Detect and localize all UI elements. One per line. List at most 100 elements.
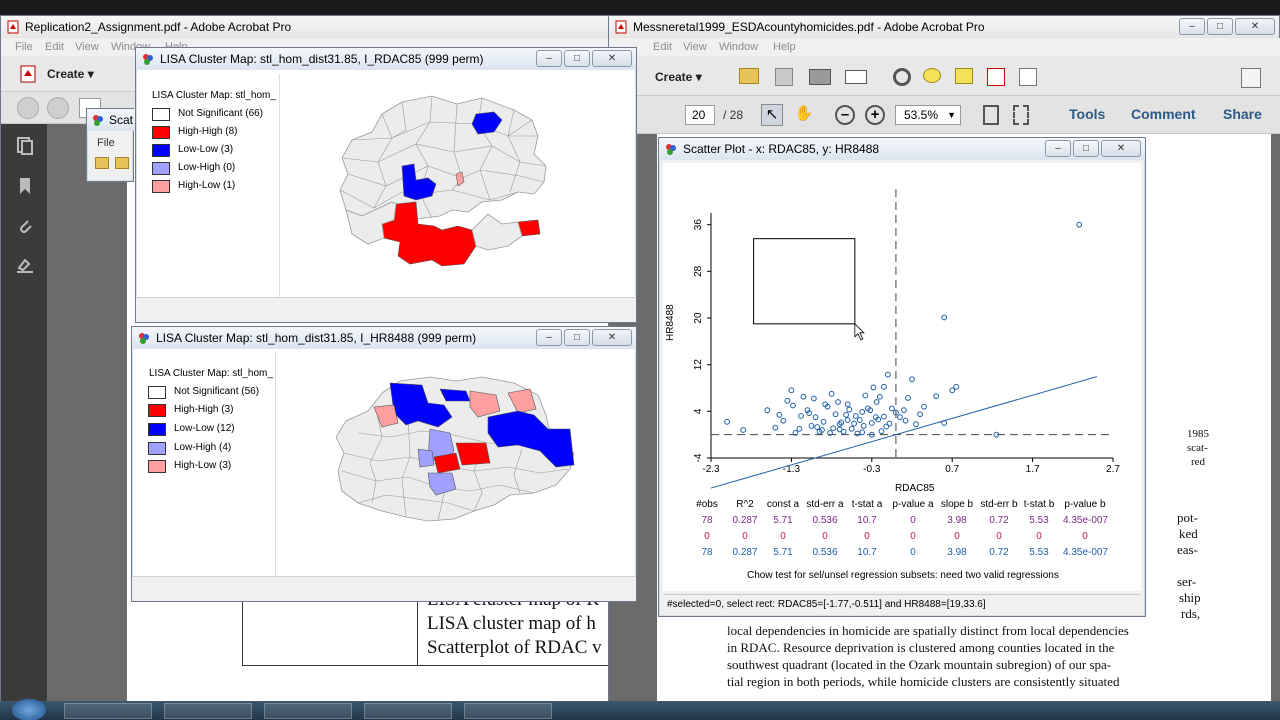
close-button[interactable]: ✕ (592, 50, 632, 67)
y-axis-label: HR8488 (665, 304, 676, 341)
scatter-point (897, 414, 903, 421)
menu-edit[interactable]: Edit (653, 41, 672, 53)
taskbar-item[interactable] (164, 703, 252, 719)
page-up-button[interactable] (17, 97, 39, 119)
taskbar-item[interactable] (364, 703, 452, 719)
x-axis-label: RDAC85 (895, 483, 935, 494)
messner-menubar: Edit View Window Help (609, 38, 1280, 56)
legend-swatch (148, 404, 166, 417)
legend-swatch (152, 180, 170, 193)
scatter-point (764, 407, 771, 414)
page-number-input[interactable]: 20 (685, 105, 715, 125)
lisa1-map[interactable] (282, 74, 632, 297)
taskbar-item[interactable] (464, 703, 552, 719)
hand-tool-icon[interactable]: ✋ (793, 104, 815, 126)
comment-button[interactable]: Comment (1131, 106, 1196, 122)
scatter-point (873, 399, 880, 405)
scatter-title: Scatter Plot - x: RDAC85, y: HR8488 (683, 142, 880, 156)
y-tick-label: 36 (693, 219, 704, 231)
menu-edit[interactable]: Edit (45, 41, 64, 53)
scatter-point (913, 421, 919, 428)
create-label: Create (47, 67, 85, 81)
print-icon[interactable] (809, 69, 831, 85)
create-button[interactable]: Create ▾ (47, 61, 94, 87)
maximize-button[interactable]: □ (564, 50, 590, 67)
folder-icon[interactable] (115, 157, 129, 169)
lisa2-caption-buttons: – □ ✕ (536, 329, 632, 346)
close-button[interactable]: ✕ (592, 329, 632, 346)
page-text-line: rds, (1181, 606, 1201, 621)
small-dialog-menu-file[interactable]: File (97, 137, 115, 149)
minimize-button[interactable]: – (536, 329, 562, 346)
scatter-canvas[interactable]: -2.3 -1.3 -0.3 0.7 1.7 2.7 -4 4 12 20 28 36 RDAC85 … (663, 163, 1141, 591)
geoda-icon (143, 54, 153, 65)
comment-icon[interactable] (923, 68, 941, 83)
minimize-button[interactable]: – (536, 50, 562, 67)
scatter-point (905, 395, 911, 401)
signature-icon[interactable] (15, 256, 35, 276)
zoom-in-button[interactable]: + (865, 105, 885, 125)
menu-help[interactable]: Help (773, 41, 796, 53)
zoom-select[interactable]: 53.5% ▼ (895, 105, 961, 125)
fit-width-icon[interactable] (1013, 105, 1029, 125)
maximize-button[interactable]: □ (1207, 18, 1233, 35)
lisa2-status-bar (132, 576, 636, 601)
pages-icon[interactable] (15, 136, 35, 156)
stats-row: 78 0.287 5.71 0.536 10.7 0 3.98 0.72 5.53 4.35e-0… (683, 515, 1133, 529)
scatter-point (880, 413, 887, 420)
lisa2-legend-panel: LISA Cluster Map: stl_hom_ Not Significa… (135, 353, 276, 576)
delete-icon[interactable] (987, 68, 1005, 86)
tools-button[interactable]: Tools (1069, 106, 1105, 122)
close-button[interactable]: ✕ (1101, 140, 1141, 157)
highlight-icon[interactable] (955, 68, 973, 84)
scatter-point (852, 413, 859, 419)
zoom-value: 53.5% (904, 108, 939, 122)
save-icon[interactable] (775, 68, 793, 86)
scatter-point (724, 418, 730, 425)
menu-file[interactable]: File (15, 41, 33, 53)
pdf-icon (7, 20, 19, 34)
y-tick-label: -4 (693, 453, 704, 462)
page-text-fragment: eas- (1177, 542, 1198, 557)
scatter-point (846, 406, 853, 413)
create-button[interactable]: Create ▾ (655, 64, 702, 90)
lisa2-map[interactable] (278, 353, 632, 576)
menu-window[interactable]: Window (719, 41, 758, 53)
stats-cell: 5.71 (773, 547, 793, 558)
zoom-out-button[interactable]: – (835, 105, 855, 125)
attachment-icon[interactable] (15, 216, 35, 236)
legend-swatch (152, 162, 170, 175)
maximize-button[interactable]: □ (564, 329, 590, 346)
legend-swatch (148, 460, 166, 473)
page-down-button[interactable] (47, 97, 69, 119)
scatter-point (902, 417, 909, 424)
close-button[interactable]: ✕ (1235, 18, 1275, 35)
share-button[interactable]: Share (1223, 106, 1262, 122)
scatter-point (909, 376, 915, 383)
bookmark-icon[interactable] (15, 176, 35, 196)
scatter-chart[interactable]: -2.3 -1.3 -0.3 0.7 1.7 2.7 -4 4 12 20 28 36 (663, 163, 1141, 493)
x-tick-label: 2.7 (1106, 464, 1120, 475)
select-tool-icon[interactable]: ↖ (761, 104, 783, 126)
maximize-button[interactable]: □ (1073, 140, 1099, 157)
x-tick-label: -0.3 (863, 464, 881, 475)
export-icon[interactable] (1241, 68, 1261, 88)
menu-view[interactable]: View (683, 41, 707, 53)
scatter-point (811, 395, 817, 402)
stats-cell: 0.536 (812, 547, 838, 558)
minimize-button[interactable]: – (1045, 140, 1071, 157)
minimize-button[interactable]: – (1179, 18, 1205, 35)
start-button[interactable] (12, 699, 46, 720)
menu-view[interactable]: View (75, 41, 99, 53)
open-icon[interactable] (739, 68, 759, 84)
messner-caption-buttons: – □ ✕ (1179, 18, 1275, 35)
folder-icon[interactable] (95, 157, 109, 169)
taskbar-item[interactable] (64, 703, 152, 719)
email-icon[interactable] (845, 70, 867, 84)
fit-page-icon[interactable] (983, 105, 999, 125)
taskbar-item[interactable] (264, 703, 352, 719)
stats-cell: 0 (864, 531, 870, 542)
stats-cell: 0 (1082, 531, 1088, 542)
settings-icon[interactable] (893, 68, 911, 86)
redact-icon[interactable] (1019, 68, 1037, 86)
